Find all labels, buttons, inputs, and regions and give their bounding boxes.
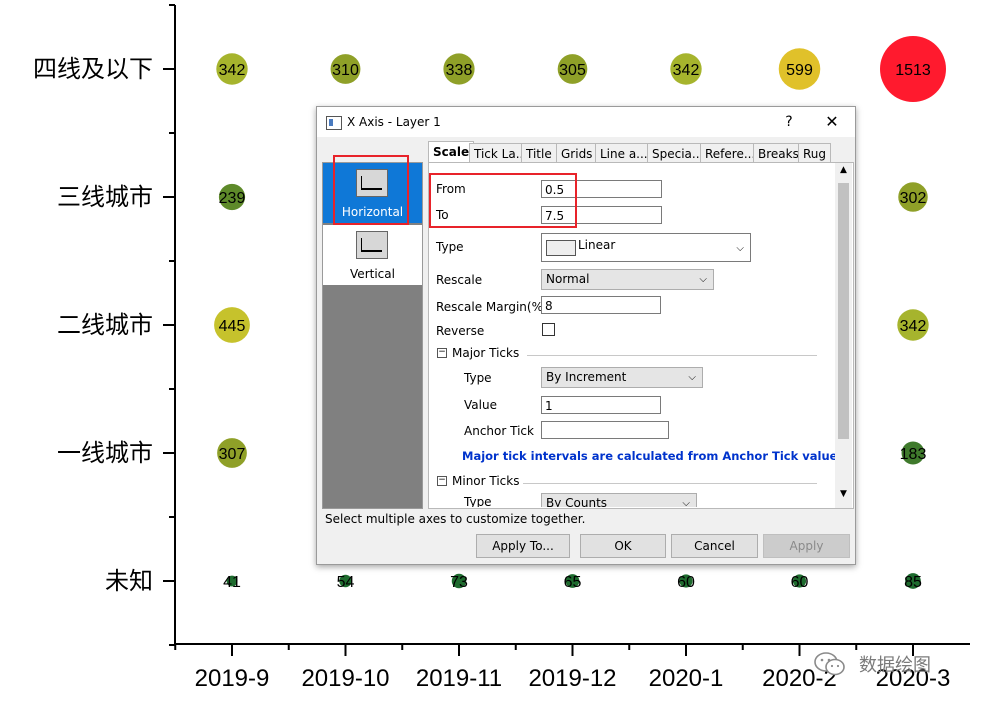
close-icon[interactable]: ✕ [822,112,842,132]
scale-type-select[interactable]: Linear ⌵ [541,233,751,262]
bubble-value-label: 302 [900,190,927,207]
y-tick-label: 三线城市 [57,183,153,211]
bubble-value-label: 239 [219,190,246,207]
cancel-button[interactable]: Cancel [671,534,758,558]
tab-rug[interactable]: Rug [798,143,832,164]
bubble-value-label: 310 [332,62,359,79]
minor-ticks-title: Minor Ticks [452,474,520,488]
dialog-titlebar[interactable]: X Axis - Layer 1 ? ✕ [317,107,855,137]
y-tick-label: 二线城市 [57,311,153,339]
x-tick-label: 2019-10 [301,665,389,692]
bubble-value-label: 54 [337,574,355,591]
bubble-value-label: 60 [791,574,809,591]
y-tick-label: 一线城市 [57,439,153,467]
bubble-value-label: 445 [219,318,246,335]
scrollbar[interactable]: ▲ ▼ [835,163,852,508]
tab-reference-lines[interactable]: Refere... [700,143,761,164]
y-tick-label: 未知 [105,567,153,595]
bubble-value-label: 305 [559,62,586,79]
y-tick-label: 四线及以下 [33,55,153,83]
x-tick-label: 2019-9 [195,665,270,692]
bubble-value-label: 342 [900,318,927,335]
help-button[interactable]: ? [779,112,799,132]
minor-type-value: By Counts [546,496,608,507]
x-tick-label: 2020-1 [649,665,724,692]
bubble-value-label: 307 [219,446,246,463]
chevron-down-icon: ⌵ [736,243,744,254]
apply-button[interactable]: Apply [763,534,850,558]
rescale-label: Rescale [436,273,483,287]
bubble-value-label: 338 [446,62,473,79]
rescale-select[interactable]: Normal ⌵ [541,269,714,290]
scroll-up-icon[interactable]: ▲ [835,165,852,179]
rescale-value: Normal [546,272,590,286]
reverse-label: Reverse [436,324,485,338]
bubble-value-label: 183 [900,446,927,463]
tab-title[interactable]: Title [521,143,557,164]
highlight-box [429,173,577,228]
scale-type-value: Linear [578,238,616,252]
increment-value-input[interactable]: 1 [541,396,661,414]
vertical-axis-icon [356,231,388,259]
bubble-value-label: 85 [904,574,922,591]
chevron-down-icon: ⌵ [688,372,696,383]
ok-button[interactable]: OK [580,534,666,558]
reverse-checkbox[interactable] [542,323,555,336]
tab-breaks[interactable]: Breaks [753,143,804,164]
chevron-down-icon: ⌵ [682,498,690,507]
bubble-value-label: 65 [564,574,582,591]
scroll-thumb[interactable] [838,183,849,439]
x-tick-label: 2019-12 [528,665,616,692]
bubble-value-label: 342 [673,62,700,79]
tab-strip: Scale Tick La... Title Grids Line a... S… [428,141,838,165]
x-tick-label: 2019-11 [416,665,502,692]
linear-scale-icon [546,240,576,256]
minor-type-select[interactable]: By Counts ⌵ [541,493,697,507]
wechat-icon [814,652,845,676]
collapse-icon[interactable]: − [437,348,447,358]
major-ticks-title: Major Ticks [452,346,520,360]
apply-to-button[interactable]: Apply To... [476,534,570,558]
highlight-box [333,155,409,225]
rescale-margin-label: Rescale Margin(%) [436,300,548,314]
bubble-value-label: 342 [219,62,246,79]
bubble-value-label: 73 [450,574,468,591]
x-axis-dialog: X Axis - Layer 1 ? ✕ Horizontal Vertical… [316,106,856,565]
type-label: Type [436,240,464,254]
bubble-value-label: 1513 [895,62,931,79]
minor-type-label: Type [464,495,492,507]
value-label: Value [464,398,497,412]
axis-item-label: Vertical [350,267,395,281]
group-divider [523,483,817,484]
axis-item-vertical[interactable]: Vertical [323,225,422,285]
hint-text: Select multiple axes to customize togeth… [325,512,586,526]
dialog-title: X Axis - Layer 1 [347,115,441,129]
anchor-tick-note: Major tick intervals are calculated from… [462,449,842,463]
major-type-select[interactable]: By Increment ⌵ [541,367,703,388]
tab-line-and-ticks[interactable]: Line a... [595,143,653,164]
anchor-tick-input[interactable] [541,421,669,439]
major-type-value: By Increment [546,370,627,384]
group-divider [527,355,817,356]
rescale-margin-input[interactable]: 8 [541,296,661,314]
scroll-down-icon[interactable]: ▼ [835,489,852,503]
bubble-value-label: 60 [677,574,695,591]
watermark-text: 数据绘图 [859,655,931,676]
bubble-value-label: 599 [786,62,813,79]
collapse-icon[interactable]: − [437,476,447,486]
bubble-value-label: 41 [223,574,241,591]
anchor-tick-label: Anchor Tick [464,424,534,438]
minor-ticks-clip: Type By Counts ⌵ [429,493,835,507]
tab-grids[interactable]: Grids [556,143,598,164]
chevron-down-icon: ⌵ [699,274,707,285]
window-icon [326,116,342,130]
major-type-label: Type [464,371,492,385]
